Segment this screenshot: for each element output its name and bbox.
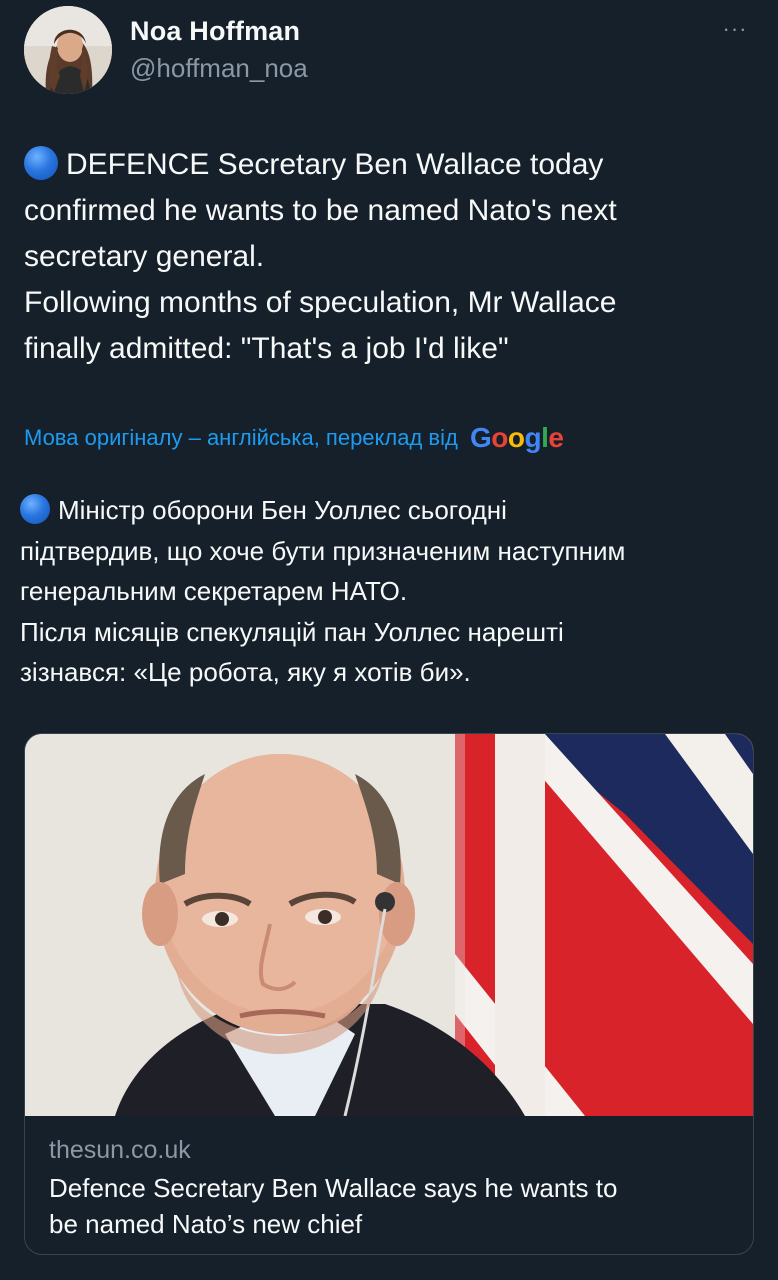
card-title-line: be named Nato’s new chief [49,1209,363,1239]
tweet-text: DEFENCE Secretary Ben Wallace today conf… [24,142,754,372]
avatar-image [24,6,112,94]
tweet-line-text: DEFENCE Secretary Ben Wallace today [66,148,604,181]
user-handle[interactable]: @hoffman_noa [130,53,308,84]
tweet-page: Noa Hoffman @hoffman_noa ··· DEFENCE Sec… [0,0,778,1280]
google-logo: Google [469,422,564,453]
tweet-line: secretary general. [24,240,265,273]
tweet-line: finally admitted: "That's a job I'd like… [24,332,509,365]
article-photo [25,734,753,1116]
avatar[interactable] [24,6,112,94]
translated-text: Міністр оборони Бен Уоллес сьогодні підт… [20,490,755,693]
blue-circle-emoji-icon [24,146,58,180]
translated-line-text: Міністр оборони Бен Уоллес сьогодні [58,495,507,525]
link-preview-card[interactable]: thesun.co.uk Defence Secretary Ben Walla… [24,733,754,1255]
translation-attribution[interactable]: Мова оригіналу – англійська, переклад ві… [24,422,564,454]
card-domain: thesun.co.uk [49,1136,191,1164]
user-name[interactable]: Noa Hoffman [130,16,300,47]
card-title-line: Defence Secretary Ben Wallace says he wa… [49,1173,618,1203]
tweet-line: DEFENCE Secretary Ben Wallace today [24,142,754,188]
card-image[interactable] [25,734,753,1116]
blue-circle-emoji-icon [20,494,50,524]
tweet-line: confirmed he wants to be named Nato's ne… [24,194,617,227]
card-title[interactable]: Defence Secretary Ben Wallace says he wa… [49,1170,739,1242]
more-icon[interactable]: ··· [720,18,750,44]
translated-line: зізнався: «Це робота, яку я хотів би». [20,657,471,687]
tweet-line: Following months of speculation, Mr Wall… [24,286,617,319]
translated-line: генеральним секретарем НАТО. [20,576,408,606]
tweet-header: Noa Hoffman @hoffman_noa ··· [24,6,754,96]
translated-line: підтвердив, що хоче бути призначеним нас… [20,535,626,566]
translated-line: Після місяців спекуляцій пан Уоллес наре… [20,616,564,647]
translated-line: Міністр оборони Бен Уоллес сьогодні [20,490,755,531]
translation-label[interactable]: Мова оригіналу – англійська, переклад ві… [24,425,458,450]
